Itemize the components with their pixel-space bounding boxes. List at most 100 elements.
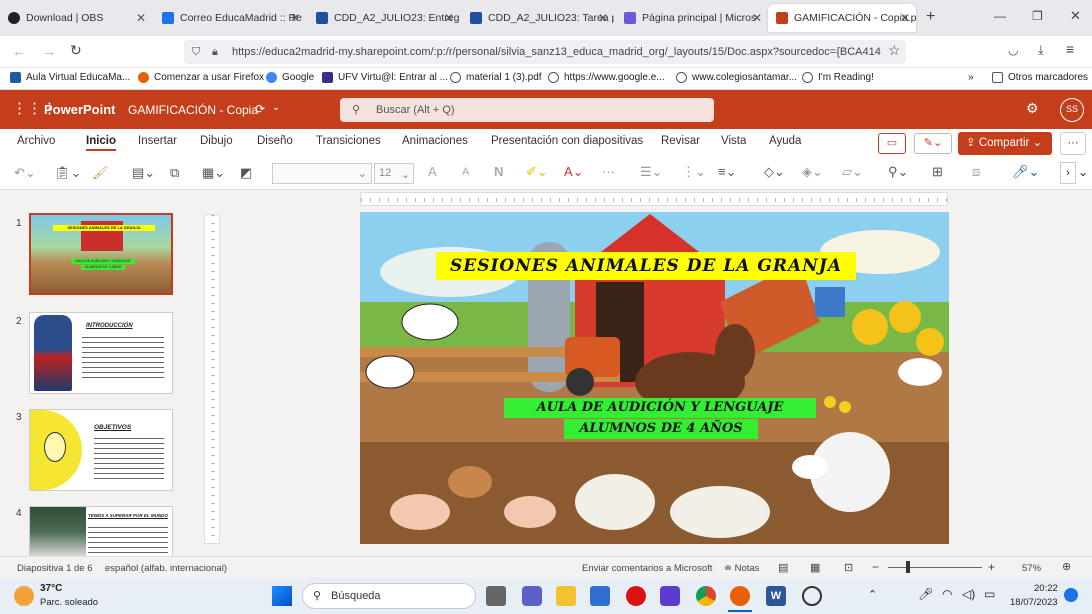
tab-transiciones[interactable]: Transiciones [316,135,381,147]
bookmark-material[interactable]: material 1 (3).pdf [450,72,542,83]
slide-subtitle-line1[interactable]: AULA DE AUDICIÓN Y LENGUAJE [504,398,816,418]
obs-icon[interactable] [802,586,822,606]
notification-icon[interactable] [1064,588,1078,602]
tab-diseno[interactable]: Diseño [257,135,293,147]
wifi-icon[interactable]: ◠ [942,587,952,601]
file-explorer-icon[interactable] [556,586,576,606]
tab-vista[interactable]: Vista [721,135,746,147]
add-in-icon[interactable]: ⧈ [972,164,980,180]
clock-time[interactable]: 20:22 [1034,583,1058,594]
clock-date[interactable]: 18/07/2023 [1010,597,1058,608]
minimize-icon[interactable]: — [994,9,1006,23]
zoom-out-icon[interactable]: − [872,560,879,574]
shapes-icon[interactable]: ◇⌄ [764,164,785,180]
close-icon[interactable]: ✕ [752,11,762,25]
language-indicator[interactable]: español (alfab. internacional) [105,563,227,574]
store-icon[interactable] [590,586,610,606]
share-button[interactable]: ⇪ Compartir ⌄ [958,132,1052,155]
highlight-icon[interactable]: ✐⌄ [526,164,548,180]
app-icon[interactable] [660,586,680,606]
weather-temp[interactable]: 37°C [40,583,62,594]
volume-icon[interactable]: ◁) [962,587,975,601]
forward-icon[interactable]: → [42,43,56,59]
tab-tarea[interactable]: CDD_A2_JULIO23: Tarea p ✕ [462,4,614,32]
ribbon-collapse-icon[interactable]: ⌄ [1078,165,1088,179]
chevron-more-icon[interactable]: » [968,72,974,83]
firefox-icon[interactable] [730,586,750,606]
ribbon-scroll-icon[interactable]: › [1060,162,1076,184]
find-icon[interactable]: ⚲⌄ [888,164,908,180]
star-icon[interactable]: ☆ [888,42,901,59]
tab-obs[interactable]: Download | OBS ✕ [0,4,152,32]
slide-thumb-3[interactable]: OBJETIVOS [29,409,173,491]
tab-ayuda[interactable]: Ayuda [769,135,801,147]
zoom-slider-thumb[interactable] [906,561,910,573]
feedback-link[interactable]: Enviar comentarios a Microsoft [582,563,712,574]
app-name[interactable]: PowerPoint [44,102,116,117]
edit-pencil-icon[interactable]: ✎⌄ [914,133,952,154]
slide-title[interactable]: SESIONES ANIMALES DE LA GRANJA [436,252,856,280]
font-size-select[interactable]: 12 ⌄ [374,163,414,184]
teams-icon[interactable] [522,586,542,606]
layout-icon[interactable]: ▦⌄ [202,165,225,181]
align-icon[interactable]: ≡⌄ [718,164,736,180]
tab-dibujo[interactable]: Dibujo [200,135,233,147]
tab-microsoft[interactable]: Página principal | Micros ✕ [616,4,768,32]
settings-icon[interactable]: ⚙ [1026,100,1039,117]
doc-title[interactable]: GAMIFICACIÓN - Copia [128,103,258,117]
url-bar[interactable]: ⛉ 🔒︎ https://educa2madrid-my.sharepoint.… [184,40,906,64]
tab-gamificacion[interactable]: GAMIFICACIÓN - Copia.p ✕ [768,4,916,32]
close-icon[interactable]: ✕ [900,11,910,25]
avatar[interactable]: SS [1060,98,1084,122]
restore-icon[interactable]: ❐ [1032,9,1043,23]
tab-correo[interactable]: Correo EducaMadrid :: Re ✕ [154,4,306,32]
chrome-icon[interactable] [696,586,716,606]
reading-view-icon[interactable]: ⊡ [844,561,853,574]
back-icon[interactable]: ← [12,43,26,59]
tab-inicio[interactable]: Inicio [86,135,117,151]
bookmark-ufv[interactable]: UFV Virtu@l: Entrar al ... [322,72,448,83]
sorter-view-icon[interactable]: ▦ [810,561,820,574]
battery-icon[interactable]: ▭ [984,587,995,601]
slide-canvas[interactable]: SESIONES ANIMALES DE LA GRANJA AULA DE A… [360,212,949,544]
weather-desc[interactable]: Parc. soleado [40,597,98,608]
shape-fill-icon[interactable]: ◈⌄ [802,164,823,180]
menu-icon[interactable]: ≡ [1066,41,1074,57]
window-close-icon[interactable]: ✕ [1070,8,1081,24]
font-family-select[interactable]: ⌄ [272,163,372,184]
numbering-icon[interactable]: ⋮⌄ [682,164,706,180]
pocket-icon[interactable]: ◡ [1008,43,1018,57]
zoom-in-icon[interactable]: + [988,560,995,574]
background-icon[interactable]: ◩ [240,165,252,181]
tray-expand-icon[interactable]: ⌃ [868,588,877,601]
paste-icon[interactable]: 📋︎⌄ [54,165,81,181]
task-view-icon[interactable] [486,586,506,606]
word-icon[interactable]: W [766,586,786,606]
font-color-icon[interactable]: A⌄ [564,164,584,180]
tab-animaciones[interactable]: Animaciones [402,135,468,147]
slide-thumb-1[interactable]: SESIONES ANIMALES DE LA GRANJA AULA DE A… [29,213,173,295]
bookmark-firefox[interactable]: Comenzar a usar Firefox [138,72,264,83]
tab-presentacion[interactable]: Presentación con diapositivas [491,135,643,147]
bookmark-aula[interactable]: Aula Virtual EducaMa... [10,72,130,83]
grow-font-icon[interactable]: A [428,164,437,179]
other-bookmarks[interactable]: Otros marcadores [992,72,1088,83]
notes-button[interactable]: ≐ Notas [724,563,759,574]
bookmark-reading[interactable]: I'm Reading! [802,72,874,83]
format-painter-icon[interactable]: 🖌︎ [92,165,109,181]
new-slide-icon[interactable]: ▤⌄ [132,165,155,181]
close-icon[interactable]: ✕ [598,11,608,25]
slide-thumb-4[interactable]: TENÉIS A SUPERAR POR EL MUNDO [29,506,173,556]
vertical-scrollbar[interactable] [1074,200,1084,540]
bookmark-google-url[interactable]: https://www.google.e... [548,72,665,83]
shape-outline-icon[interactable]: ▱⌄ [842,164,863,180]
close-icon[interactable]: ✕ [290,11,300,25]
more-font-icon[interactable]: ··· [602,164,615,179]
bullets-icon[interactable]: ☰⌄ [640,164,663,180]
undo-icon[interactable]: ↶⌄ [14,165,36,181]
shrink-font-icon[interactable]: A [462,166,469,178]
normal-view-icon[interactable]: ▤ [778,561,788,574]
tab-revisar[interactable]: Revisar [661,135,700,147]
microphone-icon[interactable]: 🎤︎ [918,587,933,601]
close-icon[interactable]: ✕ [444,11,454,25]
